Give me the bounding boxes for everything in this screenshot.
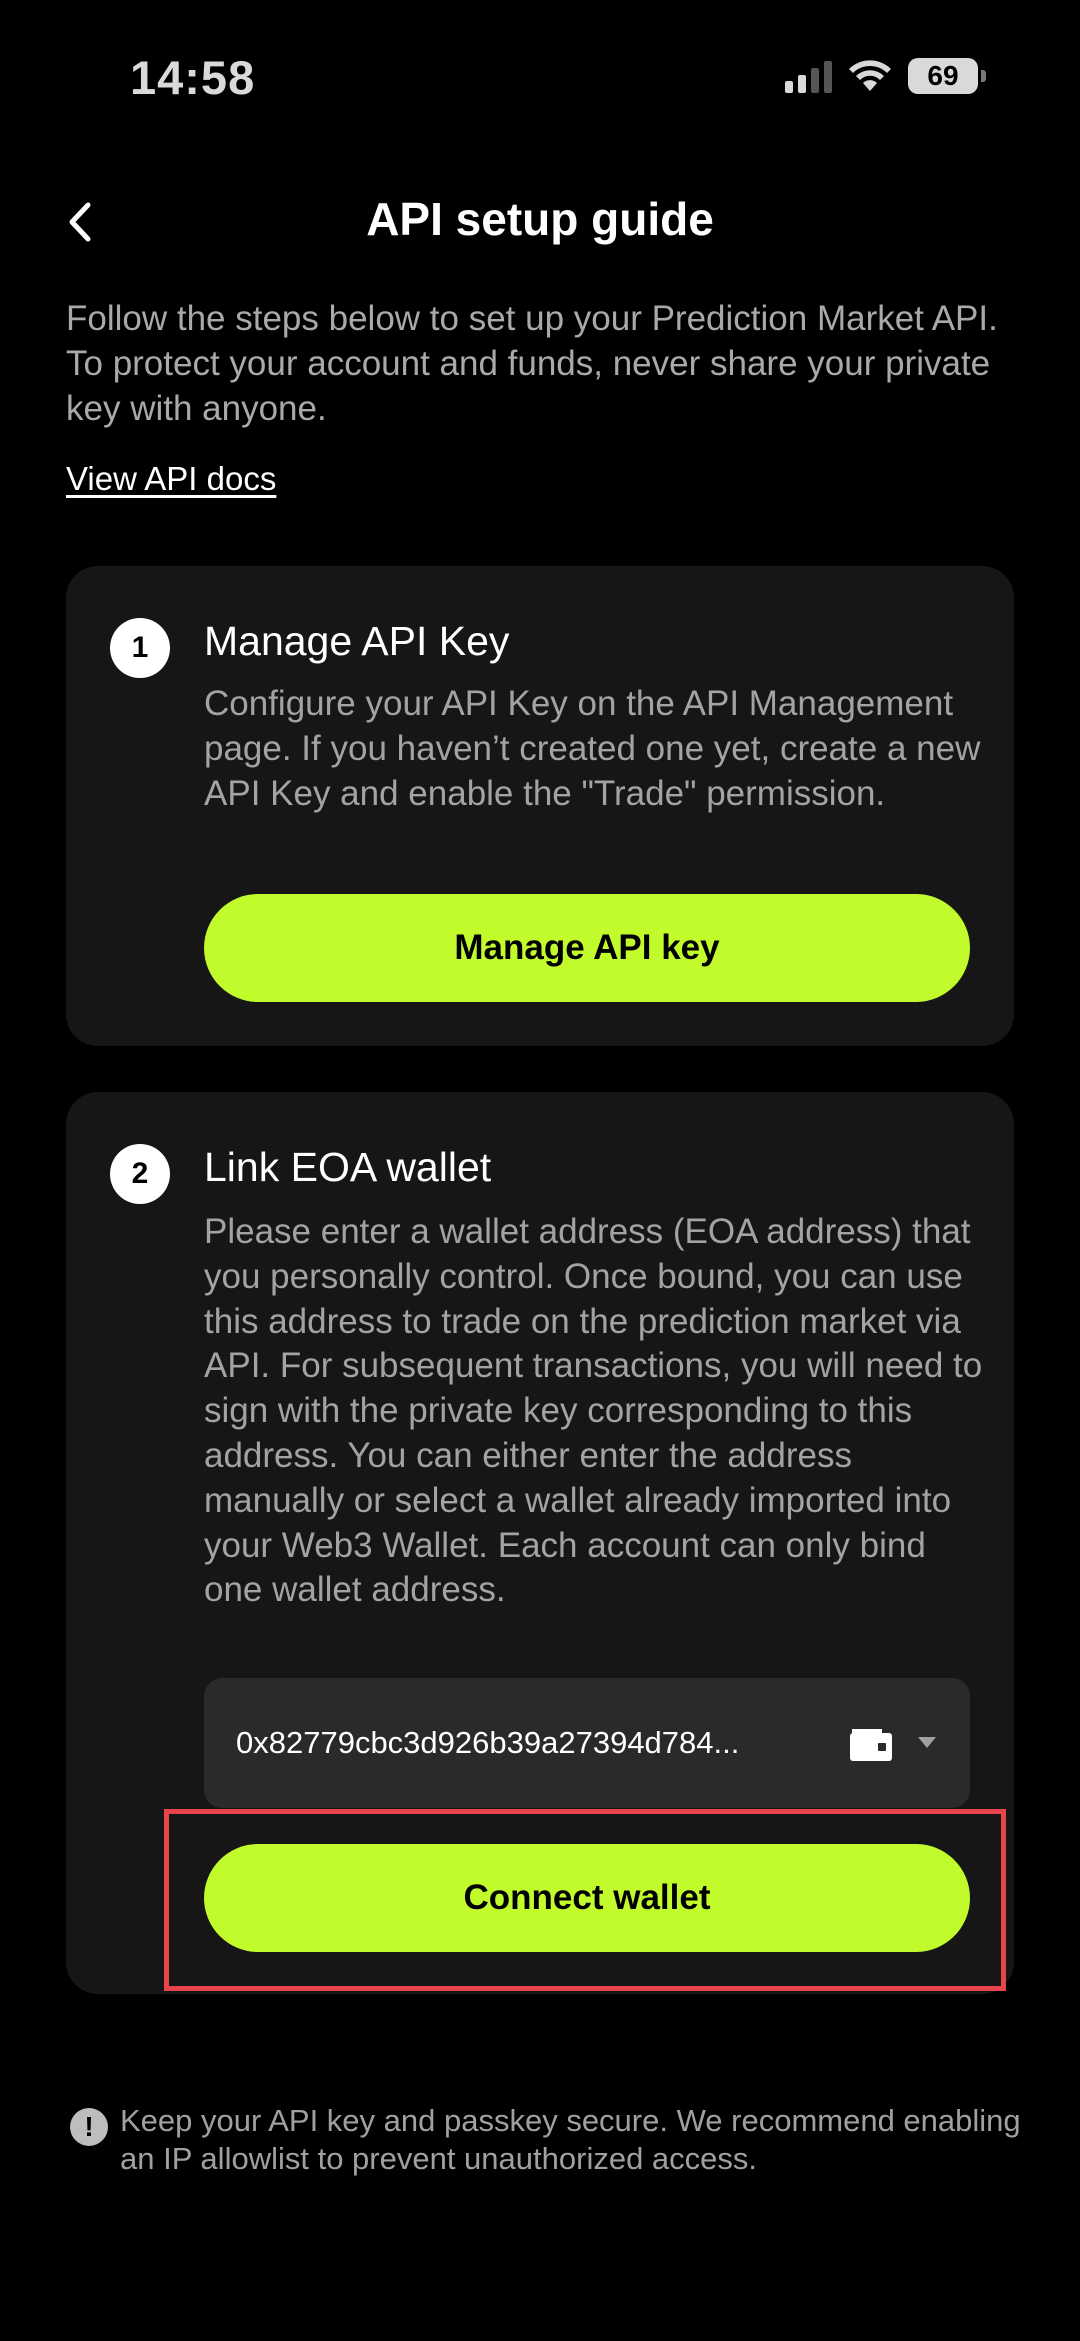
view-api-docs-link[interactable]: View API docs: [66, 460, 276, 498]
security-notice: Keep your API key and passkey secure. We…: [120, 2103, 1021, 2176]
page-title: API setup guide: [366, 193, 714, 245]
battery-level: 69: [908, 58, 978, 94]
exclamation-circle-icon: !: [70, 2108, 108, 2146]
step-description: Please enter a wallet address (EOA addre…: [204, 1212, 983, 1610]
step-card-manage-api-key: 1 Manage API Key Configure your API Key …: [66, 566, 1014, 1046]
manage-api-key-button[interactable]: Manage API key: [204, 894, 970, 1002]
step-number-badge: 1: [110, 618, 170, 678]
battery-icon: 69: [908, 58, 986, 94]
step-title: Link EOA wallet: [204, 1144, 492, 1190]
wifi-icon: [849, 60, 891, 91]
step-number-badge: 2: [110, 1144, 170, 1204]
caret-down-icon[interactable]: [918, 1737, 936, 1748]
step-title: Manage API Key: [204, 618, 510, 664]
status-indicators: 69: [785, 58, 986, 94]
wallet-icon[interactable]: [848, 1723, 894, 1763]
connect-wallet-button[interactable]: Connect wallet: [204, 1844, 970, 1952]
step-description: Configure your API Key on the API Manage…: [204, 684, 981, 813]
intro-text: Follow the steps below to set up your Pr…: [66, 299, 998, 428]
signal-icon: [785, 59, 832, 93]
wallet-address-select[interactable]: 0x82779cbc3d926b39a27394d784...: [204, 1678, 970, 1808]
status-time: 14:58: [130, 51, 256, 104]
step-card-link-eoa-wallet: 2 Link EOA wallet Please enter a wallet …: [66, 1092, 1014, 1994]
wallet-address-value: 0x82779cbc3d926b39a27394d784...: [236, 1725, 740, 1760]
